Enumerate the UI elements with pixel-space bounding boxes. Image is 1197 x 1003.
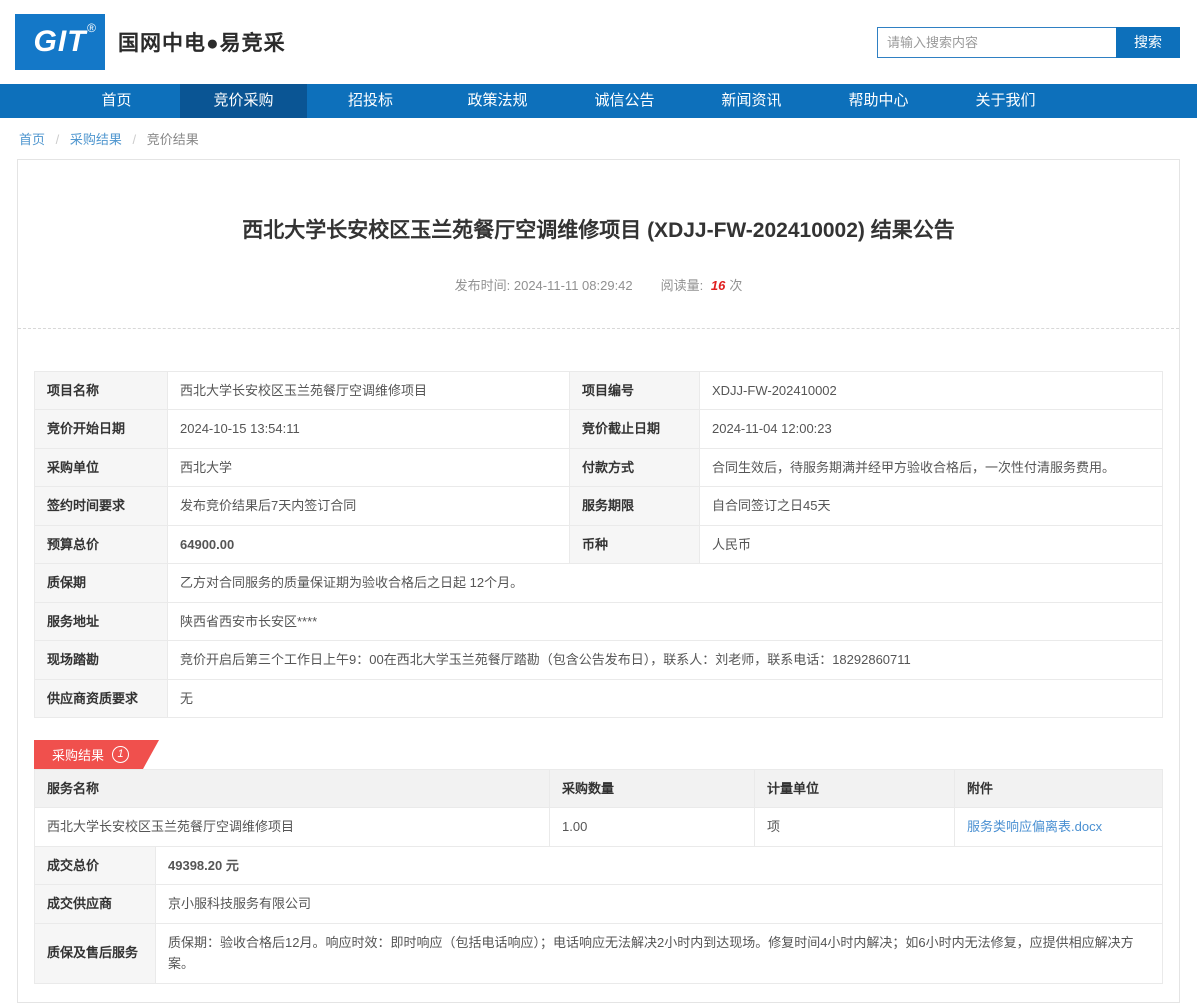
site-header: GIT ® 国网中电●易竞采 搜索 (0, 0, 1197, 84)
field-label: 项目名称 (34, 370, 168, 411)
field-label: 项目编号 (569, 370, 700, 411)
column-header: 服务名称 (34, 768, 550, 809)
project-details-table: 项目名称 西北大学长安校区玉兰苑餐厅空调维修项目 项目编号 XDJJ-FW-20… (34, 370, 1163, 718)
field-label: 签约时间要求 (34, 486, 168, 526)
field-label: 币种 (569, 524, 700, 565)
publish-info: 发布时间: 2024-11-11 08:29:42 阅读量: 16 次 (18, 275, 1179, 294)
table-row: 服务地址 陕西省西安市长安区**** (34, 601, 1163, 642)
field-label: 采购单位 (34, 447, 168, 488)
table-row: 竞价开始日期 2024-10-15 13:54:11 竞价截止日期 2024-1… (34, 409, 1163, 449)
procurement-result-table: 服务名称 采购数量 计量单位 附件 西北大学长安校区玉兰苑餐厅空调维修项目 1.… (34, 768, 1163, 847)
announcement-panel: 西北大学长安校区玉兰苑餐厅空调维修项目 (XDJJ-FW-202410002) … (17, 159, 1180, 1003)
site-survey-value: 竞价开启后第三个工作日上午9：00在西北大学玉兰苑餐厅踏勘（包含公告发布日），联… (167, 640, 1163, 680)
table-row: 现场踏勘 竞价开启后第三个工作日上午9：00在西北大学玉兰苑餐厅踏勘（包含公告发… (34, 640, 1163, 680)
table-row: 质保期 乙方对合同服务的质量保证期为验收合格后之日起 12个月。 (34, 563, 1163, 603)
currency-value: 人民币 (699, 524, 1163, 565)
logo-text: GIT (33, 25, 87, 58)
field-label: 预算总价 (34, 524, 168, 565)
field-label: 竞价开始日期 (34, 409, 168, 449)
winning-supplier-value: 京小服科技服务有限公司 (155, 884, 1163, 924)
payment-method-value: 合同生效后，待服务期满并经甲方验收合格后，一次性付清服务费用。 (699, 447, 1163, 488)
main-navigation: 首页 竞价采购 招投标 政策法规 诚信公告 新闻资讯 帮助中心 关于我们 (0, 84, 1197, 118)
badge-label: 采购结果 (52, 747, 105, 763)
bid-start-date-value: 2024-10-15 13:54:11 (167, 409, 570, 449)
brand-title: 国网中电●易竞采 (118, 32, 286, 55)
table-header-row: 服务名称 采购数量 计量单位 附件 (34, 768, 1163, 809)
field-label: 供应商资质要求 (34, 678, 168, 718)
divider (18, 328, 1179, 329)
breadcrumb-current: 竞价结果 (146, 132, 199, 147)
search-bar: 搜索 (877, 26, 1180, 58)
table-row: 质保及售后服务 质保期：验收合格后12月。响应时效：即时响应（包括电话响应）；电… (34, 922, 1163, 984)
badge-count-icon: 1 (112, 746, 129, 763)
quantity-cell: 1.00 (549, 807, 755, 847)
field-label: 质保及售后服务 (34, 922, 156, 984)
breadcrumb-procurement-results-link[interactable]: 采购结果 (70, 132, 122, 147)
warranty-period-value: 乙方对合同服务的质量保证期为验收合格后之日起 12个月。 (167, 563, 1163, 603)
column-header: 采购数量 (549, 768, 755, 809)
deal-info-table: 成交总价 49398.20 元 成交供应商 京小服科技服务有限公司 质保及售后服… (34, 845, 1163, 984)
field-label: 质保期 (34, 563, 168, 603)
column-header: 附件 (954, 768, 1163, 809)
breadcrumb-separator: / (55, 132, 60, 147)
field-label: 成交总价 (34, 845, 156, 886)
project-code-value: XDJJ-FW-202410002 (699, 370, 1163, 411)
views-label: 阅读量: (660, 278, 707, 293)
table-row: 供应商资质要求 无 (34, 678, 1163, 718)
nav-item-bidding-procurement[interactable]: 竞价采购 (180, 84, 307, 118)
field-label: 现场踏勘 (34, 640, 168, 680)
table-row: 成交供应商 京小服科技服务有限公司 (34, 884, 1163, 924)
content-area: 项目名称 西北大学长安校区玉兰苑餐厅空调维修项目 项目编号 XDJJ-FW-20… (18, 370, 1179, 984)
service-period-value: 自合同签订之日45天 (699, 486, 1163, 526)
procurement-result-badge: 采购结果 1 (34, 740, 159, 769)
signing-requirement-value: 发布竞价结果后7天内签订合同 (167, 486, 570, 526)
table-row: 采购单位 西北大学 付款方式 合同生效后，待服务期满并经甲方验收合格后，一次性付… (34, 447, 1163, 488)
unit-cell: 项 (754, 807, 955, 847)
page-title: 西北大学长安校区玉兰苑餐厅空调维修项目 (XDJJ-FW-202410002) … (242, 219, 955, 242)
table-row: 项目名称 西北大学长安校区玉兰苑餐厅空调维修项目 项目编号 XDJJ-FW-20… (34, 370, 1163, 411)
column-header: 计量单位 (754, 768, 955, 809)
nav-item-integrity-notices[interactable]: 诚信公告 (561, 84, 688, 118)
table-row: 成交总价 49398.20 元 (34, 845, 1163, 886)
nav-item-home[interactable]: 首页 (53, 84, 180, 118)
nav-item-about-us[interactable]: 关于我们 (942, 84, 1069, 118)
field-label: 服务地址 (34, 601, 168, 642)
registered-trademark-icon: ® (87, 21, 97, 35)
breadcrumb-home-link[interactable]: 首页 (19, 132, 45, 147)
site-logo[interactable]: GIT ® (15, 14, 105, 70)
table-row: 签约时间要求 发布竞价结果后7天内签订合同 服务期限 自合同签订之日45天 (34, 486, 1163, 526)
table-row: 预算总价 64900.00 币种 人民币 (34, 524, 1163, 565)
table-row: 西北大学长安校区玉兰苑餐厅空调维修项目 1.00 项 服务类响应偏离表.docx (34, 807, 1163, 847)
budget-total-value: 64900.00 (167, 524, 570, 565)
publish-time-value: 2024-11-11 08:29:42 (513, 278, 633, 293)
nav-item-tenders[interactable]: 招投标 (307, 84, 434, 118)
service-address-value: 陕西省西安市长安区**** (167, 601, 1163, 642)
field-label: 成交供应商 (34, 884, 156, 924)
nav-item-help-center[interactable]: 帮助中心 (815, 84, 942, 118)
nav-item-policies[interactable]: 政策法规 (434, 84, 561, 118)
views-count: 16 (710, 278, 726, 293)
purchaser-value: 西北大学 (167, 447, 570, 488)
attachment-link[interactable]: 服务类响应偏离表.docx (967, 819, 1102, 834)
search-input[interactable] (877, 26, 1116, 58)
field-label: 付款方式 (569, 447, 700, 488)
field-label: 竞价截止日期 (569, 409, 700, 449)
project-name-value: 西北大学长安校区玉兰苑餐厅空调维修项目 (167, 370, 570, 411)
deal-total-price-value: 49398.20 元 (155, 845, 1163, 886)
bid-end-date-value: 2024-11-04 12:00:23 (699, 409, 1163, 449)
service-name-cell: 西北大学长安校区玉兰苑餐厅空调维修项目 (34, 807, 550, 847)
field-label: 服务期限 (569, 486, 700, 526)
publish-time-label: 发布时间: (454, 278, 514, 293)
nav-item-news[interactable]: 新闻资讯 (688, 84, 815, 118)
breadcrumb-separator: / (132, 132, 137, 147)
views-unit: 次 (729, 278, 743, 293)
breadcrumb: 首页 / 采购结果 / 竞价结果 (0, 118, 1197, 158)
warranty-after-sales-value: 质保期：验收合格后12月。响应时效：即时响应（包括电话响应）；电话响应无法解决2… (155, 922, 1163, 984)
search-button[interactable]: 搜索 (1116, 26, 1180, 58)
supplier-qualification-value: 无 (167, 678, 1163, 718)
